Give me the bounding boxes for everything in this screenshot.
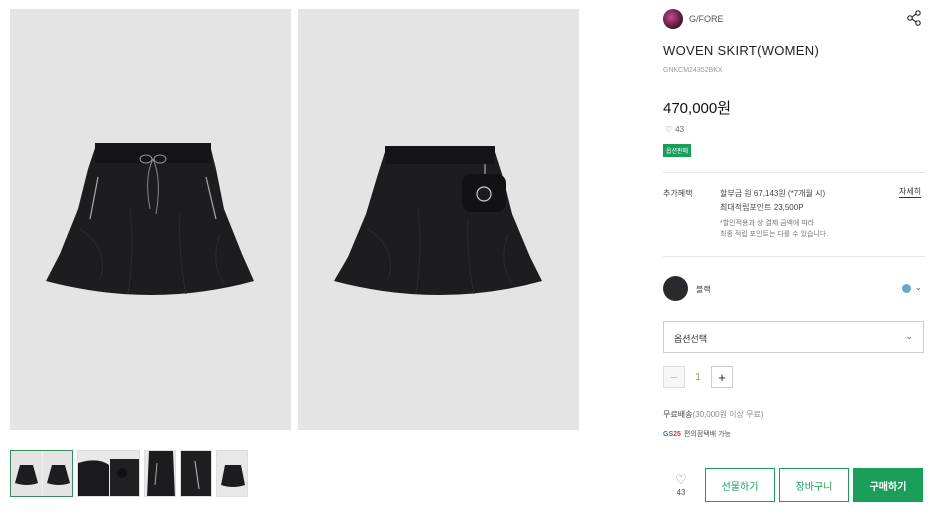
thumbnail-detail-2[interactable] — [144, 450, 176, 497]
gs25-logo-gs: GS — [663, 430, 674, 438]
benefit-note: *할인적용과 상 결제 금액에 따라 최종 적립 포인트는 다를 수 있습니다. — [720, 218, 828, 240]
skirt-back-illustration — [334, 146, 542, 295]
shipping-condition: (30,000원 이상 무료) — [692, 410, 764, 419]
installment-text: 할부금 원 67,143원 (*7개월 시) — [720, 189, 826, 198]
shipping-text: 무료배송 — [663, 410, 693, 419]
add-to-cart-button[interactable]: 장바구니 — [779, 468, 849, 502]
thumbnail-detail-1[interactable] — [77, 450, 140, 497]
main-image-back[interactable] — [298, 9, 579, 430]
divider — [663, 256, 925, 257]
wishlist-count: 43 — [676, 488, 686, 497]
thumbnail-detail-3[interactable] — [180, 450, 212, 497]
heart-icon: ♡ — [665, 125, 673, 134]
thumbnail-detail-3-image — [181, 451, 211, 496]
benefit-note-line-1: *할인적용과 상 결제 금액에 따라 — [720, 220, 815, 227]
color-swatch-black[interactable] — [663, 276, 688, 301]
skirt-front-illustration — [46, 143, 254, 295]
divider — [663, 172, 925, 173]
brand-row[interactable]: G/FORE — [663, 9, 724, 29]
chevron-down-icon[interactable]: ⌄ — [915, 283, 922, 292]
thumbnail-detail-1-image — [78, 451, 139, 496]
brand-name: G/FORE — [689, 14, 724, 24]
shipping-info: 무료배송(30,000원 이상 무료) — [663, 409, 764, 420]
gs25-pickup-text: 편의점택배 가능 — [683, 431, 731, 438]
option-select-dropdown[interactable]: 옵션선택 ⌄ — [663, 321, 924, 353]
color-indicator-dot — [902, 284, 911, 293]
gs25-logo-25: 25 — [673, 430, 681, 438]
buy-now-button[interactable]: 구매하기 — [853, 468, 923, 502]
product-title: WOVEN SKIRT(WOMEN) — [663, 43, 820, 58]
color-selector[interactable]: 블랙 ⌄ — [663, 276, 925, 302]
gs25-logo: GS25 — [663, 431, 681, 438]
quantity-increase-button[interactable]: + — [711, 366, 733, 388]
share-icon[interactable] — [906, 10, 922, 26]
option-select-label: 옵션선택 — [674, 334, 708, 344]
gift-button[interactable]: 선물하기 — [705, 468, 775, 502]
benefit-detail-link[interactable]: 자세히 — [899, 186, 922, 198]
thumbnail-detail-4-image — [217, 451, 247, 496]
benefit-info: 할부금 원 67,143원 (*7개월 시) 최대적립포인트 23,500P *… — [720, 187, 828, 240]
likes-count: 43 — [675, 125, 685, 134]
main-image-front[interactable] — [10, 9, 291, 430]
likes-row: ♡ 43 — [665, 125, 684, 134]
color-name: 블랙 — [696, 285, 711, 294]
thumbnail-strip — [10, 450, 248, 497]
wishlist-button[interactable]: ♡ 43 — [669, 472, 693, 497]
thumbnail-front-back-image — [11, 451, 72, 496]
brand-logo — [663, 9, 683, 29]
quantity-value: 1 — [695, 371, 701, 383]
thumbnail-detail-2-image — [145, 451, 175, 496]
option-sale-badge: 옵션판매 — [663, 144, 692, 157]
points-text: 최대적립포인트 23,500P — [720, 203, 804, 212]
thumbnail-detail-4[interactable] — [216, 450, 248, 497]
product-price: 470,000원 — [663, 100, 732, 117]
benefit-label: 추가혜택 — [663, 189, 693, 198]
chevron-down-icon: ⌄ — [905, 331, 913, 341]
product-page: G/FORE WOVEN SKIRT(WOMEN) GNKCM24352BKX … — [0, 0, 935, 514]
quantity-stepper: − 1 + — [663, 366, 733, 388]
thumbnail-front-back[interactable] — [10, 450, 73, 497]
heart-icon: ♡ — [675, 472, 687, 487]
gs25-pickup-row: GS25 편의점택배 가능 — [663, 429, 731, 439]
product-code: GNKCM24352BKX — [663, 67, 723, 74]
benefit-note-line-2: 최종 적립 포인트는 다를 수 있습니다. — [720, 231, 829, 238]
quantity-decrease-button[interactable]: − — [663, 366, 685, 388]
purchase-action-bar: ♡ 43 선물하기 장바구니 구매하기 — [663, 468, 925, 502]
